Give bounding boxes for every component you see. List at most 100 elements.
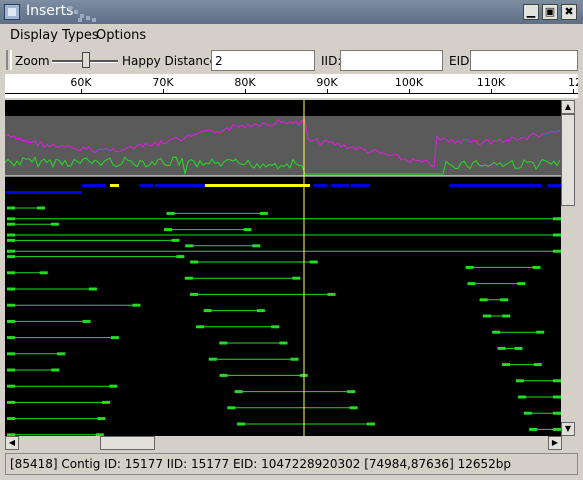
status-text: [85418] Contig ID: 15177 IID: 15177 EID:… xyxy=(10,457,511,471)
insert-read xyxy=(7,352,15,356)
toolbar: Zoom Happy Distance: IID: EID: xyxy=(0,47,583,74)
scroll-right-button[interactable]: ▶ xyxy=(548,436,562,450)
ruler-tick xyxy=(245,89,246,94)
ruler-tick xyxy=(491,89,492,94)
insert-read xyxy=(50,222,59,226)
insert-read xyxy=(553,233,561,237)
insert-read xyxy=(465,265,474,269)
insert-read xyxy=(37,206,46,210)
insert-read xyxy=(219,373,228,377)
scaffold-bar xyxy=(82,184,105,187)
insert-read xyxy=(185,244,194,248)
scroll-up-button[interactable]: ▲ xyxy=(561,100,575,114)
insert-read xyxy=(517,282,526,286)
insert-read xyxy=(57,352,66,356)
insert-read xyxy=(515,379,524,383)
insert-read xyxy=(553,217,561,221)
close-button[interactable]: ✖ xyxy=(561,4,577,20)
insert-read xyxy=(347,390,356,394)
insert-read xyxy=(553,427,561,431)
toolbar-grip[interactable] xyxy=(6,50,12,70)
insert-read xyxy=(502,314,511,318)
insert-read xyxy=(479,298,488,302)
insert-read xyxy=(536,330,545,334)
horizontal-scroll-thumb[interactable] xyxy=(100,436,155,450)
menu-display-types[interactable]: Display Types xyxy=(10,28,99,43)
ruler-tick xyxy=(409,89,410,94)
eid-input[interactable] xyxy=(470,50,578,71)
insert-read xyxy=(176,255,185,259)
vertical-scrollbar[interactable]: ▲ ▼ xyxy=(561,100,575,436)
scroll-left-button[interactable]: ◀ xyxy=(5,436,19,450)
insert-read xyxy=(7,287,15,291)
insert-read xyxy=(7,417,15,421)
insert-read xyxy=(39,271,48,275)
window-icon[interactable] xyxy=(4,4,20,20)
insert-read xyxy=(7,238,15,242)
insert-read xyxy=(7,271,15,275)
insert-read xyxy=(166,211,175,215)
insert-read xyxy=(7,206,15,210)
ruler-tick xyxy=(163,89,164,94)
ruler-label-110k: 110K xyxy=(476,76,506,89)
title-bar: Inserts ▁ ▣ ✖ xyxy=(0,0,583,24)
insert-read xyxy=(279,341,288,345)
zoom-slider-thumb[interactable] xyxy=(82,52,90,68)
title-decoration xyxy=(68,6,96,22)
insert-read xyxy=(533,363,542,367)
ruler-label-60k: 60K xyxy=(70,76,92,89)
insert-canvas[interactable] xyxy=(5,100,575,436)
insert-read xyxy=(7,222,15,226)
scaffold-bar xyxy=(313,184,327,187)
ruler-tick xyxy=(81,89,82,94)
insert-read xyxy=(309,260,318,264)
insert-read xyxy=(514,346,523,350)
insert-read xyxy=(327,292,336,296)
minimize-button[interactable]: ▁ xyxy=(523,4,539,20)
position-ruler: 60K 70K 80K 90K 100K 110K 12 xyxy=(5,74,578,98)
horizontal-scrollbar[interactable]: ◀ ▶ xyxy=(5,436,562,450)
insert-read xyxy=(196,325,205,329)
maximize-button[interactable]: ▣ xyxy=(542,4,558,20)
coverage-band xyxy=(5,116,561,176)
iid-input[interactable] xyxy=(340,50,443,71)
insert-read xyxy=(523,411,532,415)
insert-read xyxy=(190,292,199,296)
scaffold-bar xyxy=(331,184,349,187)
insert-read xyxy=(259,211,268,215)
insert-read xyxy=(7,384,15,388)
insert-read xyxy=(532,265,541,269)
insert-read xyxy=(518,395,527,399)
insert-read xyxy=(97,417,106,421)
ruler-axis xyxy=(5,93,578,94)
insert-read xyxy=(553,411,561,415)
insert-read xyxy=(492,330,501,334)
insert-read xyxy=(256,309,265,313)
insert-read xyxy=(219,341,228,345)
insert-read xyxy=(110,336,119,340)
insert-read xyxy=(497,346,506,350)
vertical-scroll-thumb[interactable] xyxy=(561,114,575,206)
insert-read xyxy=(203,309,212,313)
insert-read xyxy=(208,357,217,361)
insert-read xyxy=(482,314,491,318)
scaffold-bar xyxy=(205,184,310,187)
ruler-tick xyxy=(573,89,574,94)
insert-read xyxy=(500,298,509,302)
insert-plot[interactable] xyxy=(5,100,561,436)
insert-read xyxy=(190,260,199,264)
menu-options[interactable]: Options xyxy=(96,28,146,43)
scaffold-bar xyxy=(139,184,153,187)
insert-read xyxy=(227,406,236,410)
happy-distance-label: Happy Distance: xyxy=(122,54,222,68)
happy-distance-input[interactable] xyxy=(211,50,315,71)
insert-read xyxy=(271,325,280,329)
insert-read xyxy=(7,368,15,372)
scroll-down-button[interactable]: ▼ xyxy=(561,422,575,436)
insert-read xyxy=(366,422,375,426)
insert-read xyxy=(553,379,561,383)
scaffold-bar xyxy=(547,184,561,187)
insert-read xyxy=(184,276,193,280)
zoom-label: Zoom xyxy=(15,54,50,68)
insert-read xyxy=(553,249,561,253)
